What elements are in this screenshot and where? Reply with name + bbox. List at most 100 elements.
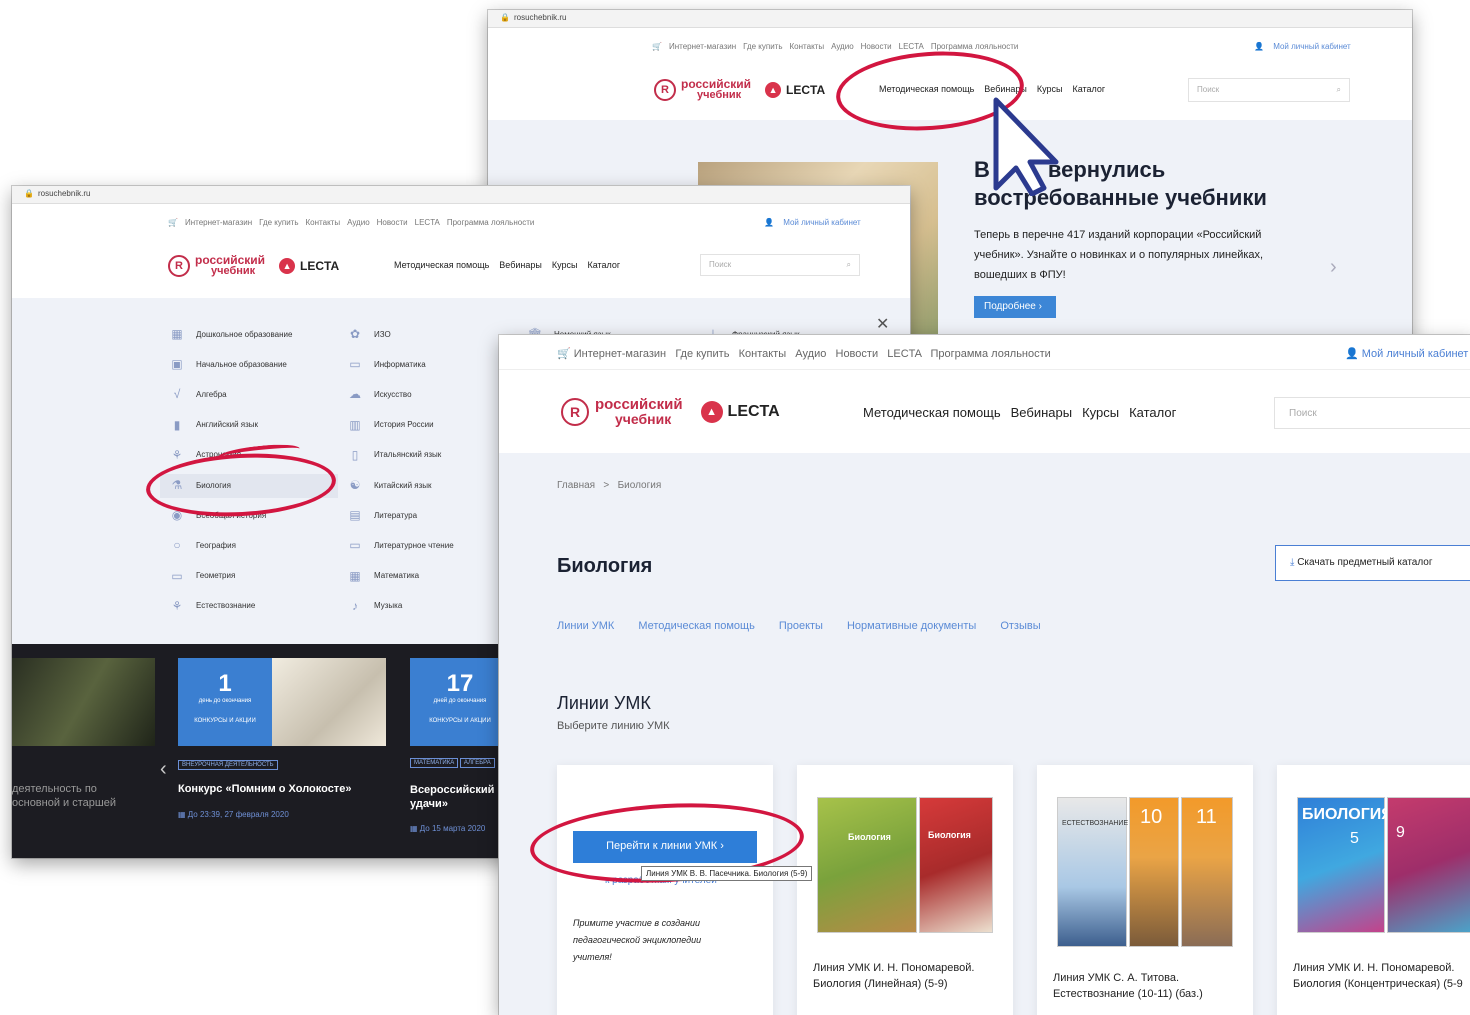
nav-courses[interactable]: Курсы [1037, 84, 1063, 94]
menu-item-label: Литература [374, 510, 418, 520]
link-audio[interactable]: Аудио [795, 348, 826, 360]
account-link[interactable]: 👤 Мой личный кабинет [1254, 42, 1358, 51]
tab-reviews[interactable]: Отзывы [1000, 620, 1040, 632]
menu-item-col2-9[interactable]: ♪ Музыка [348, 599, 402, 613]
card-umk-1[interactable]: Биология Биология Линия УМК И. Н. Понома… [797, 765, 1013, 1015]
logo[interactable]: R российский учебник ▲ LECTA [561, 397, 780, 426]
tab-normative[interactable]: Нормативные документы [847, 620, 976, 632]
link-lecta[interactable]: LECTA [887, 348, 921, 360]
hero-more-button[interactable]: Подробнее › [974, 296, 1056, 318]
nav-catalog[interactable]: Каталог [1072, 84, 1105, 94]
subject-icon: ▭ [171, 568, 183, 583]
nav-courses[interactable]: Курсы [552, 260, 578, 270]
top-links: 🛒 Интернет-магазин Где купить Контакты А… [557, 347, 1051, 360]
menu-item-label: Китайский язык [374, 480, 432, 490]
download-catalog-button[interactable]: ⤓ Скачать предметный каталог [1275, 545, 1470, 581]
subject-icon: √ [173, 387, 181, 402]
book-cover-est-10-left: ЕСТЕСТВОЗНАНИЕ [1057, 797, 1128, 947]
menu-item-col1-8[interactable]: ▭ Геометрия [170, 569, 235, 583]
menu-item-col1-2[interactable]: √ Алгебра [170, 387, 227, 401]
link-loyalty[interactable]: Программа лояльности [930, 348, 1050, 360]
nav-methodical[interactable]: Методическая помощь [863, 405, 1001, 420]
menu-item-col2-2[interactable]: ☁ Искусство [348, 387, 412, 401]
link-news[interactable]: Новости [861, 42, 892, 51]
link-lecta[interactable]: LECTA [899, 42, 924, 51]
card-umk-3[interactable]: БИОЛОГИЯ 5 9 Линия УМК И. Н. Пономаревой.… [1277, 765, 1470, 1015]
user-icon: 👤 [764, 218, 774, 227]
subject-tabs: Линии УМК Методическая помощь Проекты Норма… [557, 620, 1065, 632]
main-nav: Методическая помощь Вебинары Курсы Каталог [863, 405, 1186, 420]
tab-methodical[interactable]: Методическая помощь [638, 620, 754, 632]
search-input[interactable]: Поиск [1274, 397, 1470, 429]
tab-umk-lines[interactable]: Линии УМК [557, 620, 614, 632]
hero-next-arrow-icon[interactable]: › [1330, 256, 1337, 279]
menu-item-label: Итальянский язык [374, 450, 442, 460]
link-shop[interactable]: Интернет-магазин [669, 42, 736, 51]
logo[interactable]: R российский учебник ▲ LECTA [654, 78, 825, 101]
link-contacts[interactable]: Контакты [306, 218, 341, 227]
event-card-1-counter[interactable]: 1 день до окончания КОНКУРСЫ И АКЦИИ [178, 658, 272, 746]
menu-item-label: Начальное образование [196, 359, 287, 369]
link-news[interactable]: Новости [836, 348, 879, 360]
menu-item-col2-7[interactable]: ▭ Литературное чтение [348, 538, 453, 552]
event-card-1-tag[interactable]: ВНЕУРОЧНАЯ ДЕЯТЕЛЬНОСТЬ [178, 760, 278, 770]
menu-item-col2-1[interactable]: ▭ Информатика [348, 357, 426, 371]
link-contacts[interactable]: Контакты [739, 348, 787, 360]
menu-item-col1-9[interactable]: ⚘ Естествознание [170, 599, 256, 613]
nav-methodical[interactable]: Методическая помощь [394, 260, 489, 270]
menu-item-col2-0[interactable]: ✿ ИЗО [348, 327, 391, 341]
link-shop[interactable]: Интернет-магазин [185, 218, 252, 227]
menu-item-col2-6[interactable]: ▤ Литература [348, 508, 417, 522]
link-where-buy[interactable]: Где купить [259, 218, 298, 227]
nav-webinars[interactable]: Вебинары [499, 260, 542, 270]
event-card-2-counter[interactable]: 17 дней до окончания КОНКУРСЫ И АКЦИИ [410, 658, 510, 746]
account-link[interactable]: 👤 Мой личный кабинет [764, 218, 868, 227]
main-nav: Методическая помощь Вебинары Курсы Каталог [394, 260, 630, 270]
nav-courses[interactable]: Курсы [1082, 405, 1119, 420]
link-loyalty[interactable]: Программа лояльности [447, 218, 535, 227]
hero-text: Теперь в перечне 417 изданий корпорации … [974, 229, 1264, 281]
menu-item-col1-0[interactable]: ▦ Дошкольное образование [170, 327, 292, 341]
close-menu-icon[interactable]: ✕ [876, 314, 889, 334]
nav-webinars[interactable]: Вебинары [1011, 405, 1072, 420]
link-lecta[interactable]: LECTA [415, 218, 440, 227]
link-news[interactable]: Новости [377, 218, 408, 227]
menu-item-label: Информатика [374, 359, 426, 369]
menu-item-label: История России [374, 420, 434, 430]
account-link[interactable]: 👤 Мой личный кабинет [1345, 347, 1468, 360]
event-card-2-title[interactable]: Всероссийский удачи» [410, 783, 494, 811]
link-shop[interactable]: Интернет-магазин [574, 348, 666, 360]
lecta-icon: ▲ [279, 257, 296, 274]
menu-item-col2-4[interactable]: ▯ Итальянский язык [348, 448, 442, 462]
search-input[interactable]: Поиск ⌕ [1188, 78, 1350, 102]
card-umk-2[interactable]: ЕСТЕСТВОЗНАНИЕ 10 11 Линия УМК С. А. Тит… [1037, 765, 1253, 1015]
nav-catalog[interactable]: Каталог [1129, 405, 1176, 420]
breadcrumb-home[interactable]: Главная [557, 480, 595, 491]
link-audio[interactable]: Аудио [831, 42, 854, 51]
menu-item-col2-3[interactable]: ▥ История России [348, 418, 434, 432]
link-loyalty[interactable]: Программа лояльности [931, 42, 1019, 51]
search-input[interactable]: Поиск ⌕ [700, 254, 860, 276]
nav-catalog[interactable]: Каталог [587, 260, 620, 270]
event-card-1-title[interactable]: Конкурс «Помним о Холокосте» [178, 783, 351, 795]
cart-icon[interactable]: 🛒 [557, 348, 571, 360]
menu-item-col2-8[interactable]: ▦ Математика [348, 569, 419, 583]
link-where-buy[interactable]: Где купить [675, 348, 729, 360]
cart-icon[interactable]: 🛒 [652, 42, 662, 51]
address-bar[interactable]: 🔒 rosuchebnik.ru [12, 186, 910, 204]
link-audio[interactable]: Аудио [347, 218, 370, 227]
event-card-1-image [272, 658, 386, 746]
tab-projects[interactable]: Проекты [779, 620, 823, 632]
logo[interactable]: R российский учебник ▲ LECTA [168, 254, 339, 277]
link-contacts[interactable]: Контакты [790, 42, 825, 51]
menu-item-col1-7[interactable]: ○ География [170, 538, 236, 552]
tooltip: Линия УМК В. В. Пасечника. Биология (5-9… [641, 866, 813, 881]
link-where-buy[interactable]: Где купить [743, 42, 782, 51]
address-bar[interactable]: 🔒 rosuchebnik.ru [488, 10, 1412, 28]
events-prev-arrow-icon[interactable]: ‹ [160, 758, 167, 781]
menu-item-col1-1[interactable]: ▣ Начальное образование [170, 357, 287, 371]
menu-item-col2-5[interactable]: ☯ Китайский язык [348, 478, 432, 492]
cart-icon[interactable]: 🛒 [168, 218, 178, 227]
menu-item-col1-3[interactable]: ▮ Английский язык [170, 418, 258, 432]
book-cover-bio-right: Биология [919, 797, 993, 933]
